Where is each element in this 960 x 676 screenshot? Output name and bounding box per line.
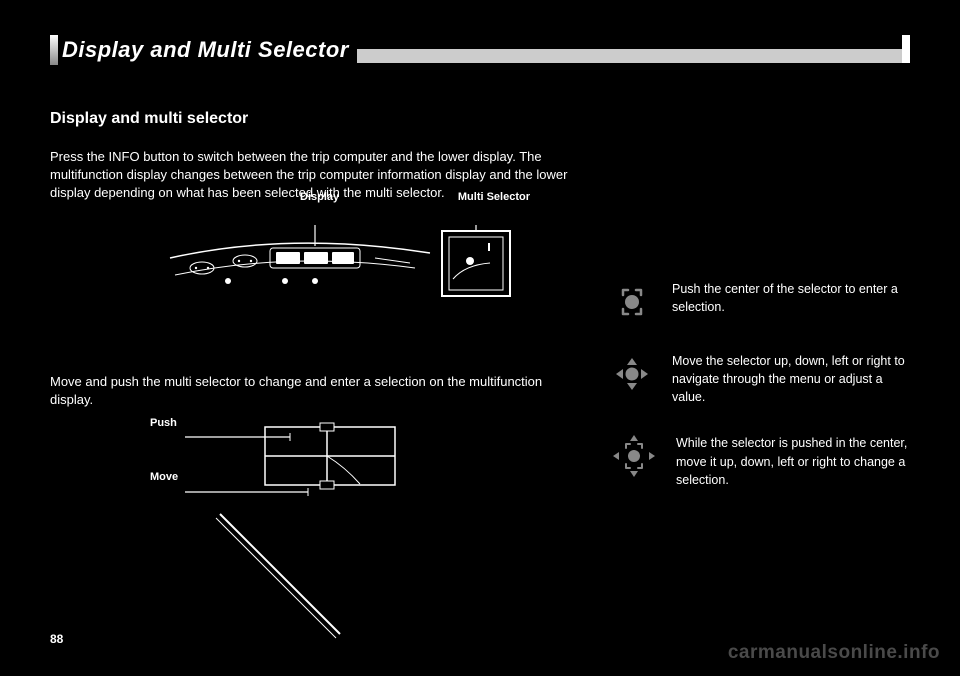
move-text: Move the selector up, down, left or righ… bbox=[672, 352, 910, 406]
push-label: Push bbox=[150, 417, 177, 429]
header-end bbox=[902, 35, 910, 63]
display-label: Display bbox=[300, 191, 339, 203]
enter-instruction-row: Push the center of the selector to enter… bbox=[610, 280, 910, 324]
multi-selector-illustration: Push Move bbox=[150, 419, 530, 649]
multi-selector-svg bbox=[150, 419, 530, 649]
multi-selector-label: Multi Selector bbox=[458, 191, 530, 203]
move-icon bbox=[610, 352, 654, 396]
section-title: Display and Multi Selector bbox=[58, 35, 357, 65]
dashboard-svg bbox=[150, 213, 520, 343]
enter-icon bbox=[610, 280, 654, 324]
header-fill bbox=[357, 49, 902, 63]
subsection-title: Display and multi selector bbox=[50, 110, 570, 128]
page-number: 88 bbox=[50, 632, 63, 646]
header-accent bbox=[50, 35, 58, 65]
multi-selector-paragraph: Move and push the multi selector to chan… bbox=[50, 373, 570, 409]
combo-text: While the selector is pushed in the cent… bbox=[676, 434, 910, 488]
watermark: carmanualsonline.info bbox=[728, 642, 940, 664]
section-header: Display and Multi Selector bbox=[50, 35, 910, 65]
combo-icon bbox=[610, 434, 658, 478]
move-instruction-row: Move the selector up, down, left or righ… bbox=[610, 352, 910, 406]
enter-text: Push the center of the selector to enter… bbox=[672, 280, 910, 316]
combo-instruction-row: While the selector is pushed in the cent… bbox=[610, 434, 910, 488]
move-label: Move bbox=[150, 471, 178, 483]
dashboard-illustration: Display Multi Selector bbox=[150, 213, 520, 343]
